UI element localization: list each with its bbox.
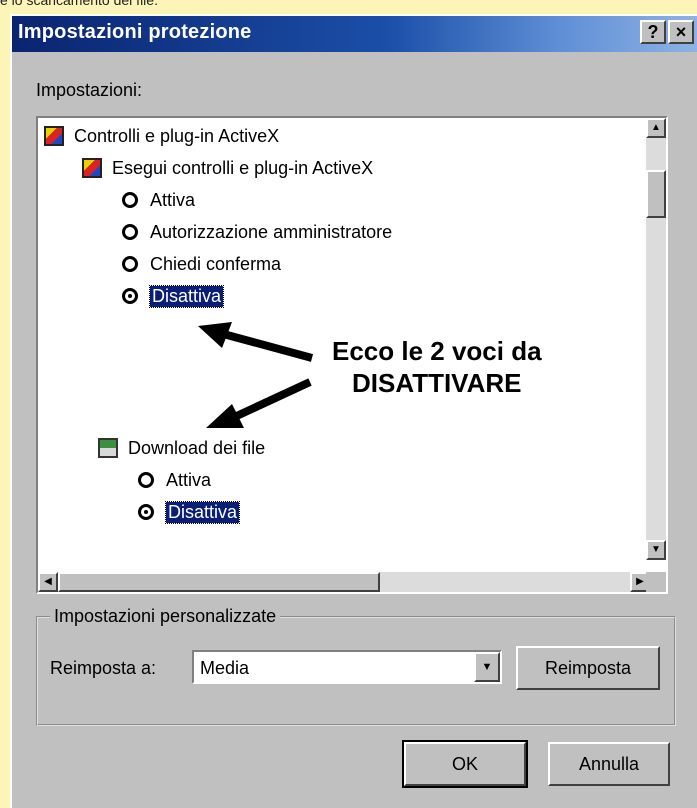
reset-to-label: Reimposta a: — [50, 658, 157, 678]
tree-content: Controlli e plug-in ActiveX Esegui contr… — [38, 118, 650, 560]
arrow-icon — [198, 322, 314, 362]
option-label-selected: Disattiva — [148, 284, 225, 308]
scroll-thumb[interactable] — [58, 572, 380, 592]
arrow-icon — [206, 378, 312, 428]
radio-option-admin[interactable]: Autorizzazione amministratore — [122, 218, 392, 246]
radio-option-confirm[interactable]: Chiedi conferma — [122, 250, 281, 278]
tree-item-label: Esegui controlli e plug-in ActiveX — [112, 157, 374, 178]
reset-level-select[interactable]: Media ▼ — [192, 650, 502, 684]
title-bar[interactable]: Impostazioni protezione ? × — [12, 16, 697, 52]
help-icon[interactable]: ? — [640, 20, 666, 44]
option-label: Autorizzazione amministratore — [150, 221, 393, 242]
security-settings-dialog: Impostazioni protezione ? × Impostazioni… — [10, 14, 697, 808]
radio-icon — [122, 192, 138, 208]
annotation-line-2: DISATTIVARE — [352, 368, 522, 398]
radio-download-disattiva[interactable]: Disattiva — [138, 498, 241, 526]
tree-group-activex[interactable]: Controlli e plug-in ActiveX — [44, 122, 279, 150]
reset-level-value: Media — [200, 658, 250, 678]
radio-icon — [138, 472, 154, 488]
option-label: Attiva — [166, 469, 212, 490]
radio-download-attiva[interactable]: Attiva — [138, 466, 211, 494]
radio-selected-icon — [138, 504, 154, 520]
radio-icon — [122, 224, 138, 240]
radio-icon — [122, 256, 138, 272]
option-label-selected: Disattiva — [164, 500, 241, 524]
activex-icon — [44, 126, 64, 146]
scroll-corner — [646, 572, 666, 592]
chevron-down-icon[interactable]: ▼ — [474, 652, 500, 682]
tree-item-run-activex[interactable]: Esegui controlli e plug-in ActiveX — [82, 154, 373, 182]
scroll-thumb[interactable] — [646, 170, 666, 218]
close-icon[interactable]: × — [668, 20, 694, 44]
activex-icon — [82, 158, 102, 178]
vertical-scrollbar[interactable]: ▲ ▼ — [646, 118, 666, 560]
download-icon — [98, 438, 118, 458]
tree-group-label: Controlli e plug-in ActiveX — [74, 125, 280, 146]
radio-option-disattiva[interactable]: Disattiva — [122, 282, 225, 310]
cancel-button[interactable]: Annulla — [548, 742, 670, 786]
reset-button[interactable]: Reimposta — [516, 646, 660, 690]
scroll-up-icon[interactable]: ▲ — [646, 118, 666, 138]
top-note: e lo scaricamento dei file. — [0, 0, 158, 8]
horizontal-scrollbar[interactable]: ◀ ▶ — [38, 572, 650, 592]
dialog-title: Impostazioni protezione — [18, 21, 252, 43]
option-label: Chiedi conferma — [150, 253, 282, 274]
settings-tree[interactable]: Controlli e plug-in ActiveX Esegui contr… — [36, 116, 668, 594]
scroll-down-icon[interactable]: ▼ — [646, 540, 666, 560]
scroll-left-icon[interactable]: ◀ — [38, 572, 58, 592]
radio-selected-icon — [122, 288, 138, 304]
option-label: Attiva — [150, 189, 196, 210]
ok-button[interactable]: OK — [402, 740, 528, 788]
settings-label: Impostazioni: — [36, 80, 143, 100]
annotation-line-1: Ecco le 2 voci da — [332, 336, 542, 366]
radio-option-attiva[interactable]: Attiva — [122, 186, 195, 214]
tree-group-label: Download dei file — [128, 437, 266, 458]
custom-settings-legend: Impostazioni personalizzate — [50, 606, 281, 627]
tree-group-download[interactable]: Download dei file — [98, 434, 265, 462]
